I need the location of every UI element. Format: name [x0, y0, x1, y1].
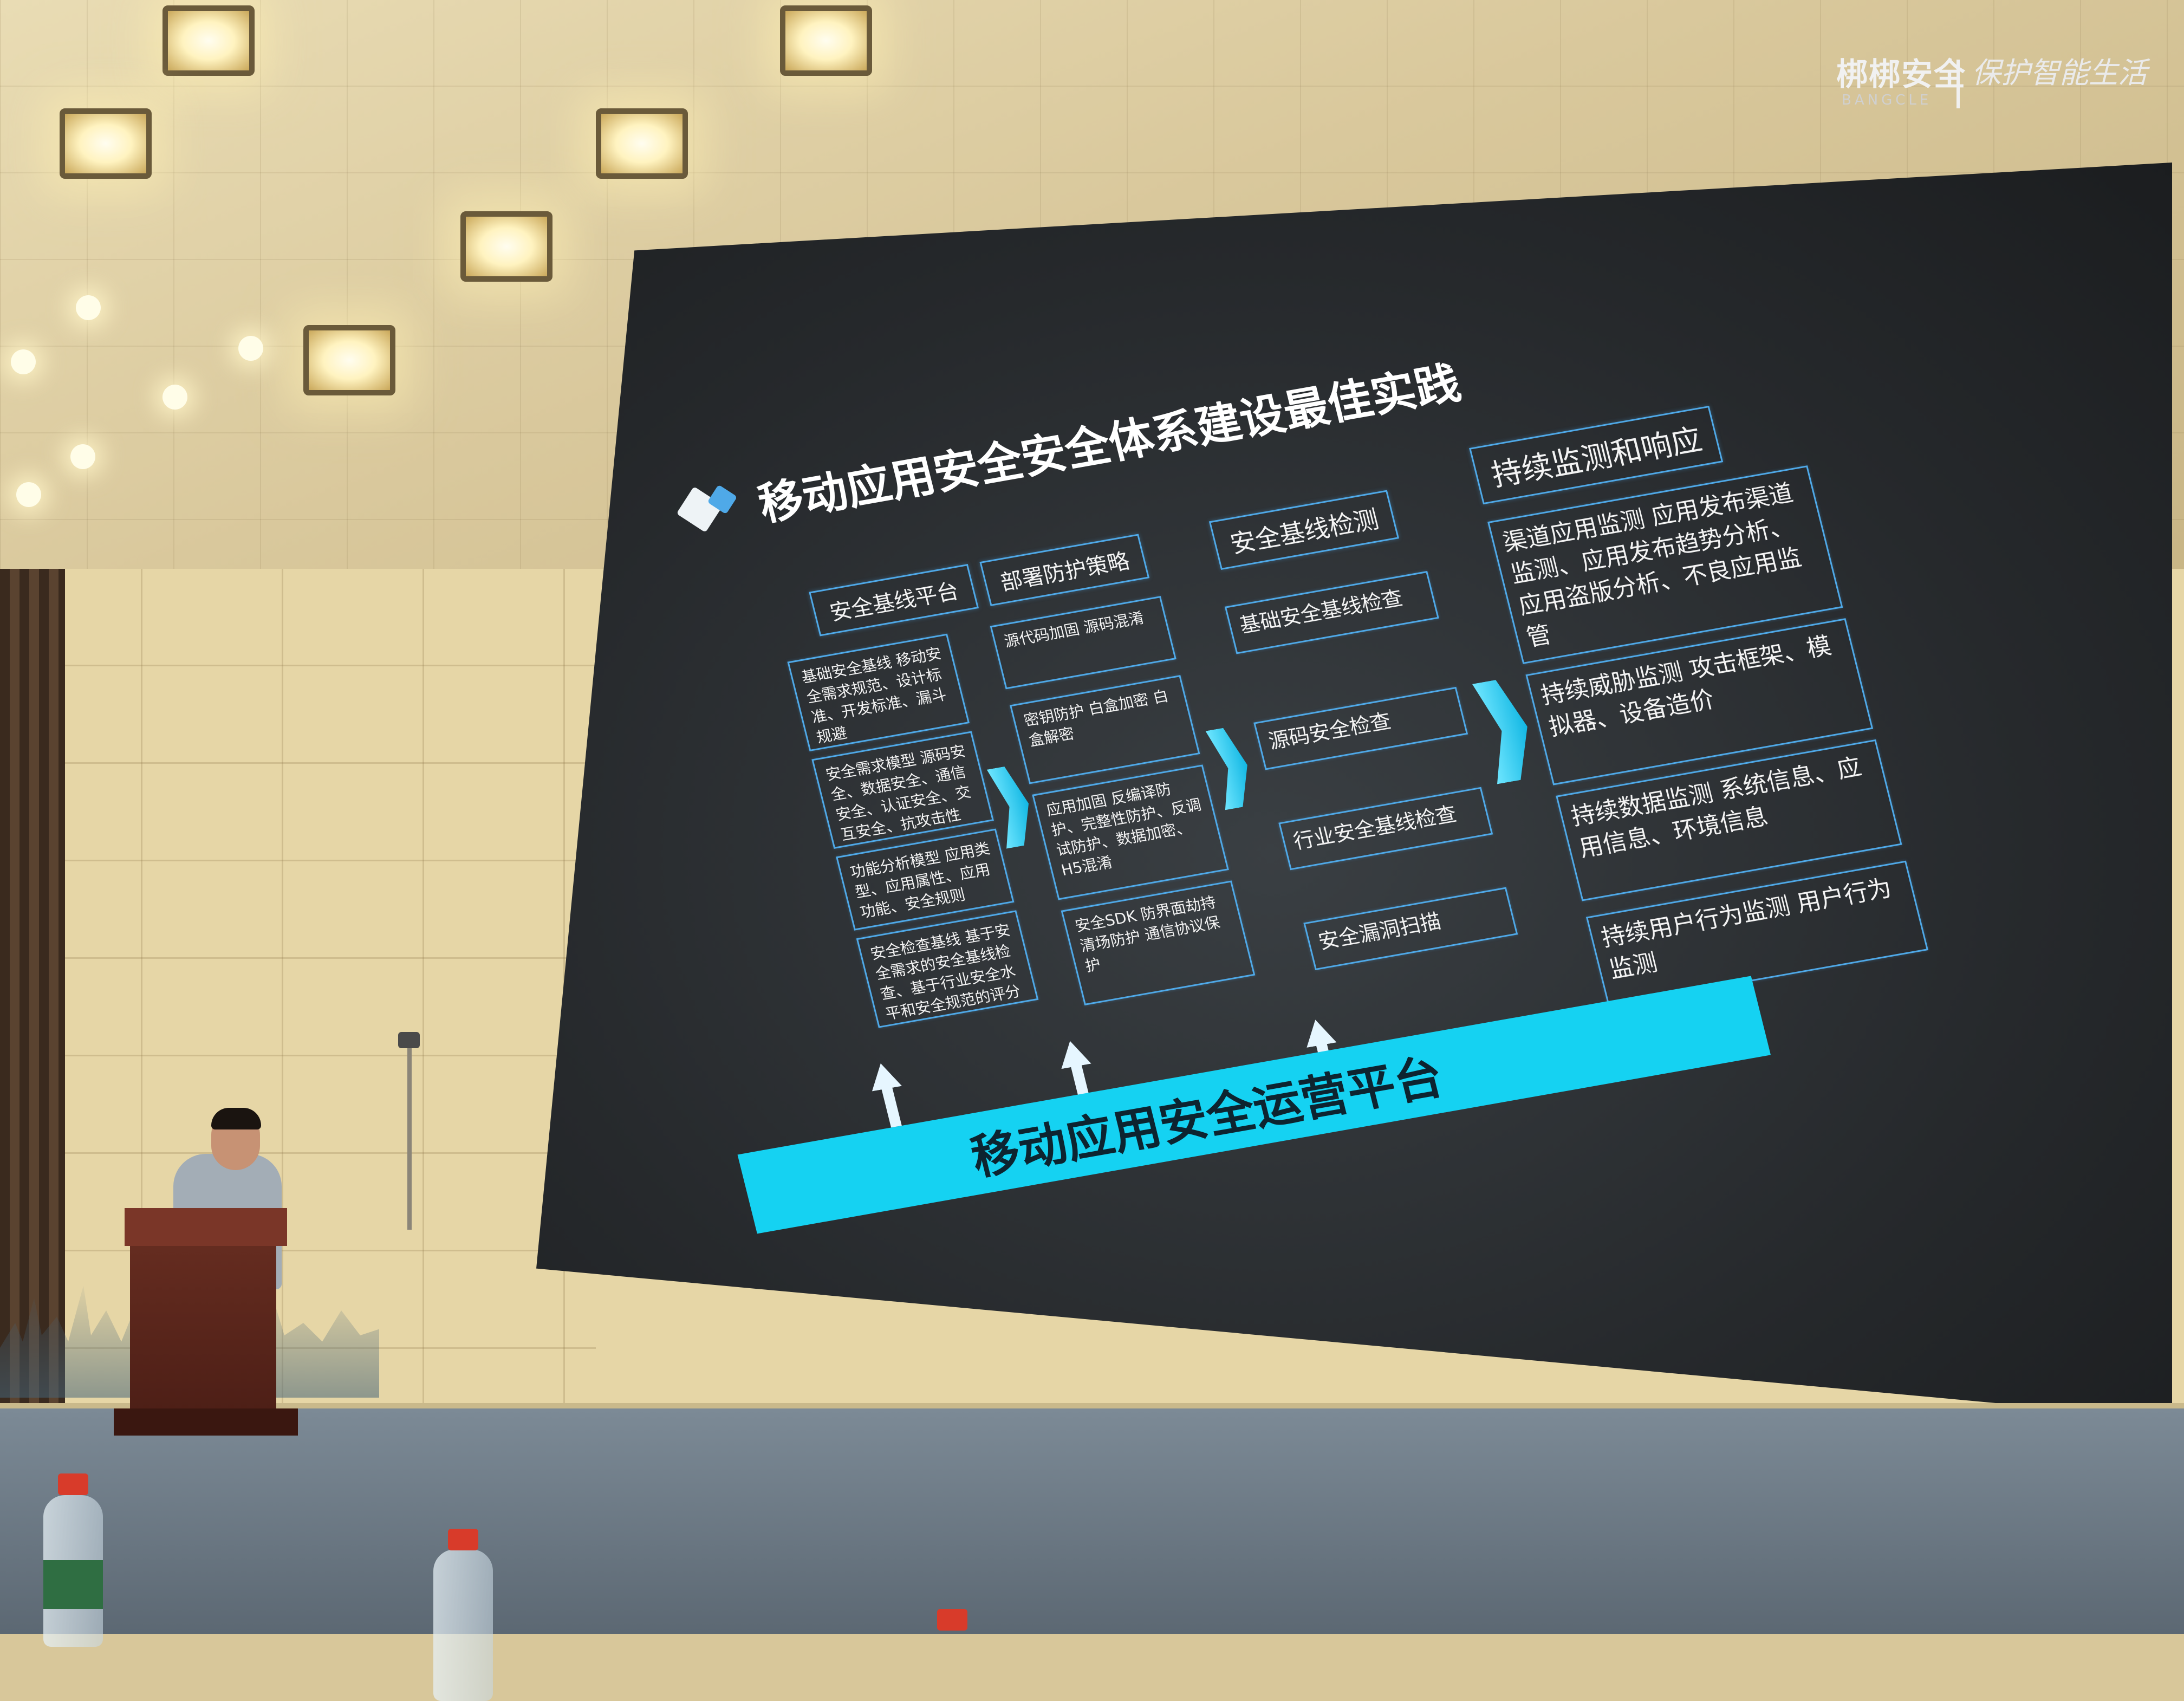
bottle-cap: [448, 1529, 478, 1550]
box-source-hardening: 源代码加固 源码混淆: [990, 596, 1176, 690]
water-bottle: [433, 1549, 493, 1701]
col-header-baseline-platform: 安全基线平台: [809, 564, 979, 637]
ceiling-spotlight: [11, 349, 36, 374]
ceiling-light: [596, 108, 688, 179]
ceiling-spotlight: [76, 295, 101, 320]
box-security-sdk: 安全SDK 防界面劫持 清场防护 通信协议保护: [1061, 880, 1256, 1006]
logo-divider: [1956, 60, 1960, 108]
camera-pole: [407, 1046, 412, 1230]
box-check-baseline: 安全检查基线 基于安全需求的安全基线检查、基于行业安全水平和安全规范的评分: [856, 910, 1039, 1028]
box-vulnerability-scan: 安全漏洞扫描: [1303, 887, 1518, 971]
logo-slogan: 保护智能生活: [1972, 56, 2147, 90]
box-basic-baseline-check: 基础安全基线检查: [1224, 570, 1439, 654]
wall-panels: [0, 569, 596, 1436]
left-wood-panel: [0, 569, 65, 1408]
ceiling-light: [460, 211, 552, 282]
slide: 移动应用安全安全体系建设最佳实践 安全基线平台 基础安全基线 移动安全需求规范、…: [639, 148, 1929, 1234]
col-header-baseline-detection: 安全基线检测: [1208, 490, 1400, 570]
camera: [398, 1032, 420, 1048]
box-source-check: 源码安全检查: [1253, 686, 1468, 770]
ceiling-light: [780, 5, 872, 76]
podium-top: [125, 1208, 287, 1246]
ceiling-spotlight: [16, 482, 41, 507]
box-app-hardening: 应用加固 反编译防护、完整性防护、反调试防护、数据加密、H5混淆: [1032, 764, 1229, 900]
ceiling-spotlight: [238, 336, 263, 361]
ceiling-spotlight: [162, 385, 187, 410]
arrow-right-icon: [1206, 725, 1257, 810]
box-security-model: 安全需求模型 源码安全、数据安全、通信安全、认证安全、交互安全、抗攻击性: [811, 731, 994, 849]
box-key-protection: 密钥防护 白盒加密 白盒解密: [1009, 675, 1200, 784]
arrow-up-icon: [866, 1061, 911, 1129]
ceiling-light: [303, 325, 395, 395]
ceiling-light: [162, 5, 255, 76]
podium-base: [114, 1408, 298, 1436]
ceiling-spotlight: [70, 444, 95, 469]
stage-floor: [0, 1408, 2184, 1634]
bottle-cap: [937, 1609, 967, 1631]
box-basic-baseline: 基础安全基线 移动安全需求规范、设计标准、开发标准、漏斗规避: [787, 633, 970, 752]
box-industry-baseline-check: 行业安全基线检查: [1278, 787, 1493, 871]
col-header-deploy-strategy: 部署防护策略: [979, 534, 1150, 606]
logo-brand: 梆梆安全: [1836, 56, 1967, 93]
ceiling-light: [60, 108, 152, 179]
bottle-label: [43, 1560, 103, 1609]
logo-brand-en: BANGCLE: [1842, 92, 1932, 108]
speaker-hair: [211, 1108, 261, 1129]
bottle-cap: [58, 1473, 88, 1495]
